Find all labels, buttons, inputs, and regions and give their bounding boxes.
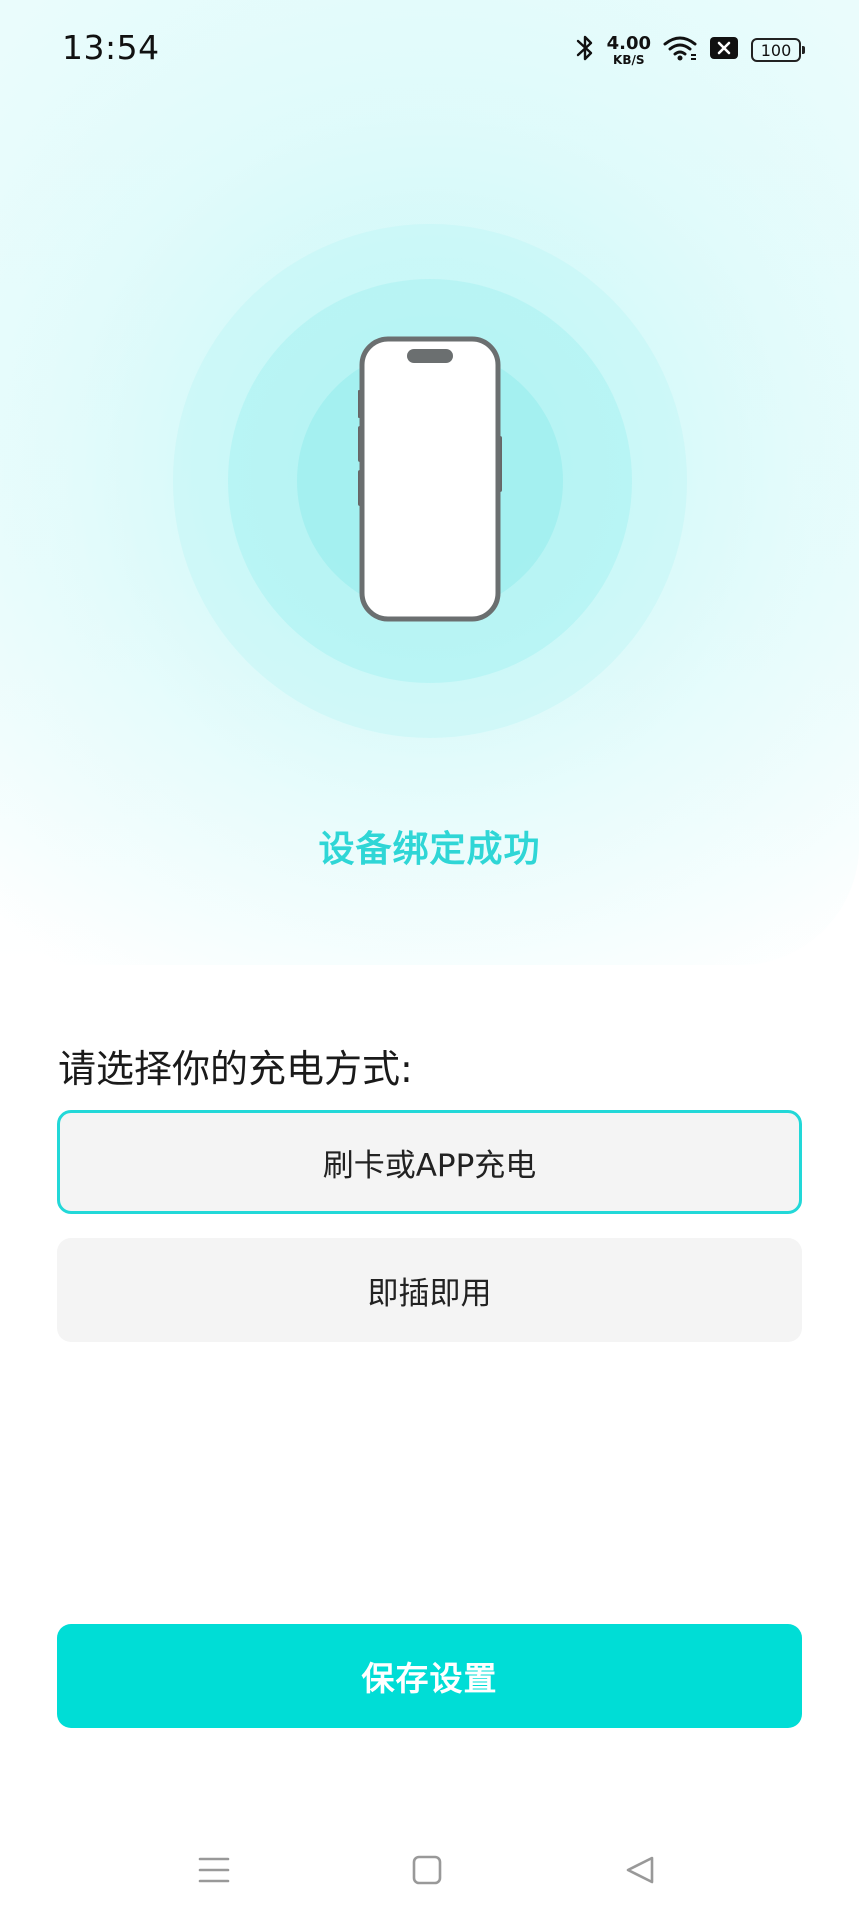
bluetooth-icon (575, 33, 595, 67)
network-speed: 4.00 KB/S (606, 32, 651, 67)
menu-icon[interactable] (192, 1848, 236, 1892)
bind-success-title: 设备绑定成功 (318, 829, 541, 870)
battery-level: 100 (760, 40, 792, 60)
status-icons: 4.00 KB/S 100 (575, 30, 805, 70)
no-sim-icon (709, 36, 739, 64)
save-settings-button[interactable]: 保存设置 (57, 1624, 802, 1728)
option-card-or-app[interactable]: 刷卡或APP充电 (57, 1110, 802, 1214)
back-icon[interactable] (618, 1848, 662, 1892)
network-speed-unit: KB/S (613, 52, 645, 67)
battery-icon: 100 (751, 38, 805, 62)
home-icon[interactable] (405, 1848, 449, 1892)
phone-icon (357, 336, 503, 622)
system-nav-bar (0, 1830, 859, 1910)
network-speed-value: 4.00 (606, 32, 651, 54)
charge-method-prompt: 请选择你的充电方式: (58, 1047, 413, 1091)
status-bar: 13:54 4.00 KB/S 100 (0, 0, 859, 100)
option-label: 刷卡或APP充电 (322, 1147, 537, 1184)
option-label: 即插即用 (367, 1275, 492, 1312)
status-time: 13:54 (62, 28, 160, 67)
option-plug-and-play[interactable]: 即插即用 (57, 1238, 802, 1342)
wifi-icon (663, 35, 697, 65)
